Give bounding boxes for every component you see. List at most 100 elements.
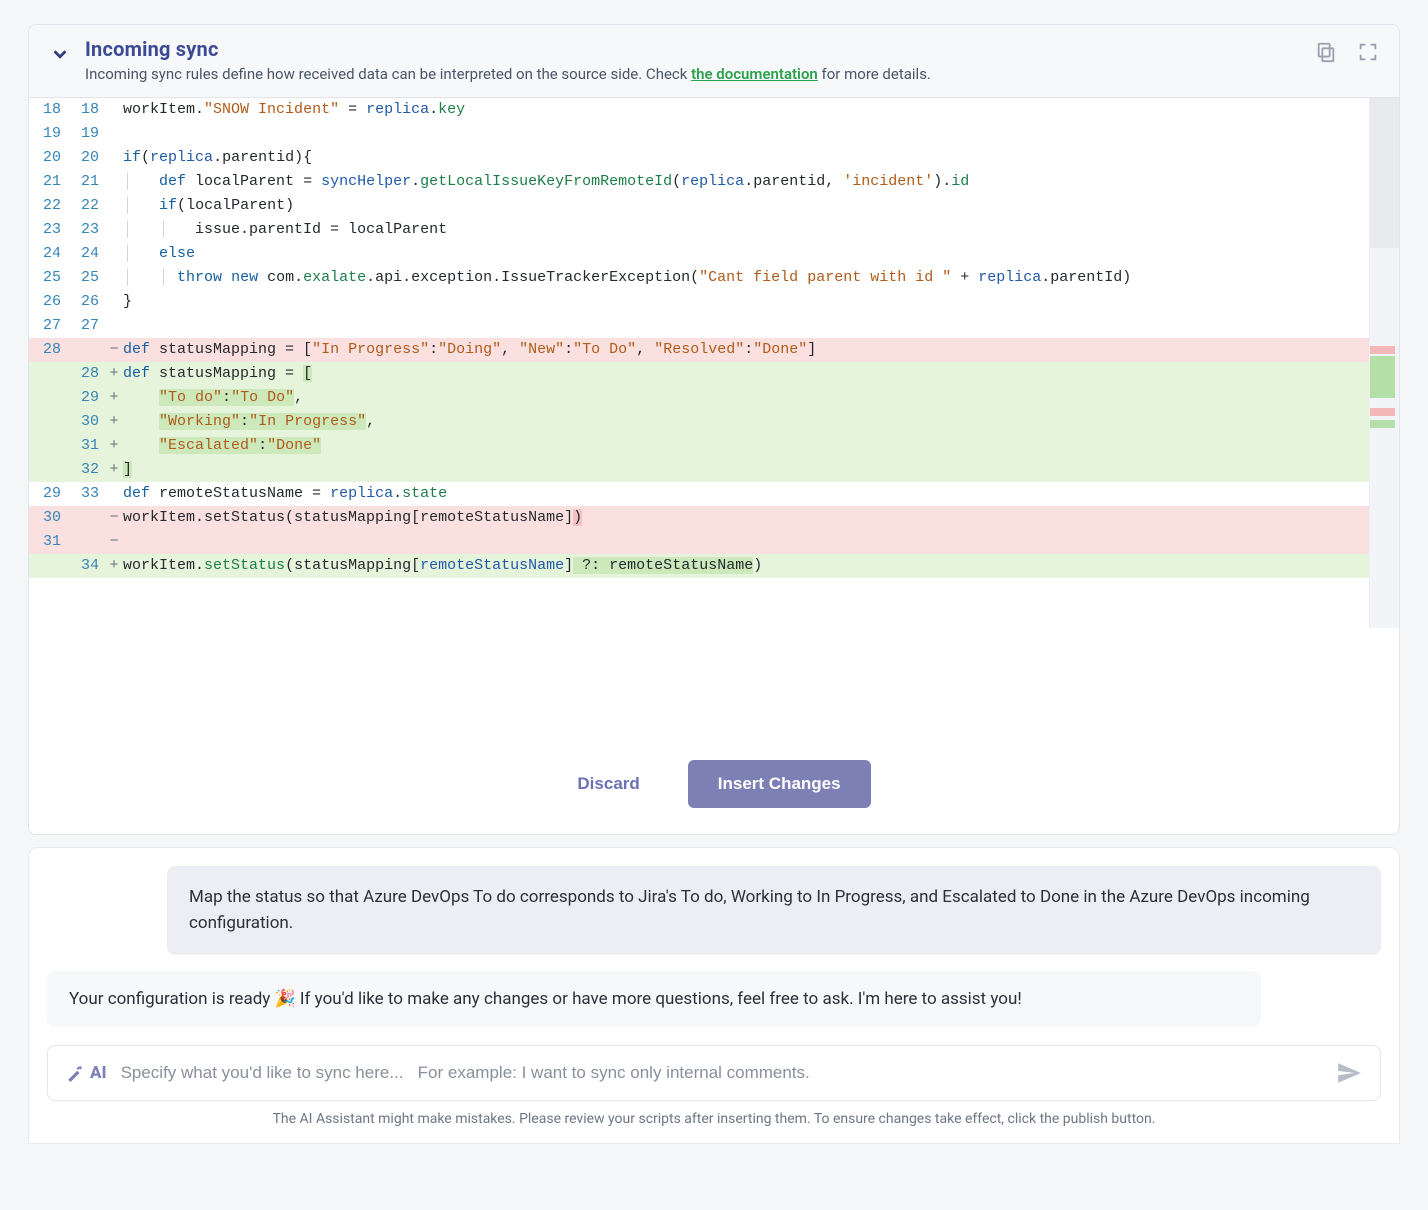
line-number-new: 30 [69,410,107,434]
line-number-old: 20 [29,146,69,170]
copy-icon[interactable] [1315,41,1337,63]
line-number-old: 19 [29,122,69,146]
line-number-new: 31 [69,434,107,458]
diff-line: 31+ "Escalated":"Done" [29,434,1369,458]
diff-line: 28+def statusMapping = [ [29,362,1369,386]
line-number-old [29,554,69,578]
code-content: │ def localParent = syncHelper.getLocalI… [121,170,1369,194]
line-number-new: 27 [69,314,107,338]
diff-marker: + [107,386,121,410]
diff-line: 30−workItem.setStatus(statusMapping[remo… [29,506,1369,530]
documentation-link[interactable]: the documentation [691,65,818,83]
line-number-old: 23 [29,218,69,242]
code-content: def statusMapping = [ [121,362,1369,386]
insert-changes-button[interactable]: Insert Changes [688,760,871,808]
code-content: ] [121,458,1369,482]
code-content: "To do":"To Do", [121,386,1369,410]
line-number-old [29,434,69,458]
line-number-new: 28 [69,362,107,386]
diff-marker [107,170,121,194]
diff-line: 1818workItem."SNOW Incident" = replica.k… [29,98,1369,122]
party-emoji: 🎉 [275,989,296,1009]
code-content: if(replica.parentid){ [121,146,1369,170]
code-content: workItem.setStatus(statusMapping[remoteS… [121,506,1369,530]
panel-header: Incoming sync Incoming sync rules define… [29,25,1399,98]
code-content [121,122,1369,146]
diff-marker: + [107,362,121,386]
line-number-old: 25 [29,266,69,290]
diff-marker [107,314,121,338]
diff-line: 28 −def statusMapping = ["In Progress":"D… [29,338,1369,362]
diff-marker: − [107,338,121,362]
user-message: Map the status so that Azure DevOps To d… [167,866,1381,955]
diff-line: 2727 [29,314,1369,338]
line-number-old: 21 [29,170,69,194]
line-number-old [29,386,69,410]
diff-marker: − [107,530,121,554]
expand-icon[interactable] [1357,41,1379,63]
line-number-old: 26 [29,290,69,314]
code-content: } [121,290,1369,314]
diff-line: 1919 [29,122,1369,146]
line-number-new: 24 [69,242,107,266]
line-number-new: 20 [69,146,107,170]
discard-button[interactable]: Discard [557,760,659,808]
diff-editor[interactable]: 1818workItem."SNOW Incident" = replica.k… [29,98,1369,628]
diff-marker: − [107,506,121,530]
diff-marker [107,242,121,266]
line-number-old: 31 [29,530,69,554]
diff-line: 32+] [29,458,1369,482]
code-content: │ │ issue.parentId = localParent [121,218,1369,242]
diff-marker [107,146,121,170]
panel-subtitle: Incoming sync rules define how received … [85,65,931,83]
ai-message-text: Your configuration is ready [69,989,275,1009]
panel-title: Incoming sync [85,37,931,61]
code-content: def remoteStatusName = replica.state [121,482,1369,506]
diff-line: 2525 │ │ throw new com.exalate.api.except… [29,266,1369,290]
line-number-new: 23 [69,218,107,242]
send-icon[interactable] [1336,1060,1362,1086]
line-number-new: 22 [69,194,107,218]
line-number-new [69,506,107,530]
line-number-old: 28 [29,338,69,362]
line-number-new [69,530,107,554]
line-number-new: 19 [69,122,107,146]
diff-line: 2323 │ │ issue.parentId = localParent [29,218,1369,242]
magic-wand-icon [66,1064,84,1082]
diff-line: 34+workItem.setStatus(statusMapping[remo… [29,554,1369,578]
diff-marker [107,290,121,314]
ai-label-text: AI [90,1063,107,1083]
line-number-old: 24 [29,242,69,266]
code-content: def statusMapping = ["In Progress":"Doin… [121,338,1369,362]
line-number-old: 27 [29,314,69,338]
diff-marker [107,218,121,242]
chevron-down-icon[interactable] [49,43,71,65]
code-content: │ if(localParent) [121,194,1369,218]
line-number-old [29,362,69,386]
ai-assistant-panel: Map the status so that Azure DevOps To d… [28,847,1400,1144]
line-number-old: 22 [29,194,69,218]
diff-actions: Discard Insert Changes [29,738,1399,834]
line-number-old [29,410,69,434]
line-number-new: 25 [69,266,107,290]
line-number-new: 32 [69,458,107,482]
line-number-new: 34 [69,554,107,578]
code-content [121,530,1369,554]
line-number-new: 29 [69,386,107,410]
ai-prompt-input[interactable] [121,1063,1322,1083]
diff-line: 2121│ def localParent = syncHelper.getLo… [29,170,1369,194]
line-number-new [69,338,107,362]
diff-line: 2020 if(replica.parentid){ [29,146,1369,170]
diff-marker: + [107,458,121,482]
diff-line: 31 − [29,530,1369,554]
code-content: │ │ throw new com.exalate.api.exception.… [121,266,1369,290]
diff-marker [107,194,121,218]
ai-message: Your configuration is ready 🎉 If you'd l… [47,971,1261,1027]
diff-line: 29+ "To do":"To Do", [29,386,1369,410]
diff-marker: + [107,554,121,578]
subtitle-text: Incoming sync rules define how received … [85,65,691,83]
diff-line: 2222 │ if(localParent) [29,194,1369,218]
code-minimap[interactable] [1369,98,1399,628]
line-number-new: 33 [69,482,107,506]
line-number-new: 18 [69,98,107,122]
